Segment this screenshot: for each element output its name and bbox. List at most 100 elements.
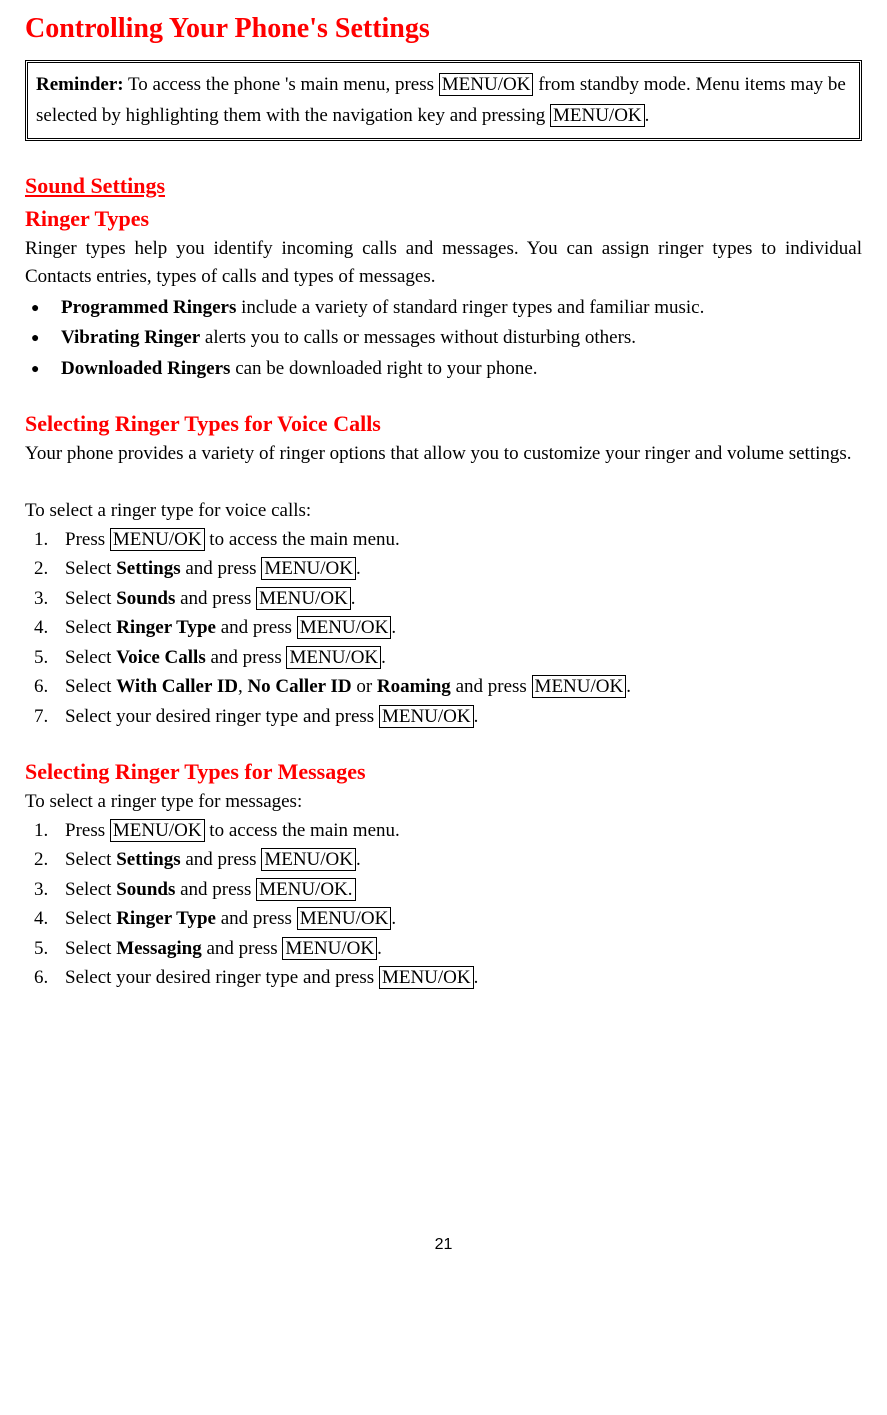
step-text: Select <box>65 676 116 697</box>
step-text: Select <box>65 647 116 668</box>
step-bold: Ringer Type <box>116 617 216 638</box>
step-text: and press <box>181 558 262 579</box>
step-text: Select your desired ringer type and pres… <box>65 967 379 988</box>
step-item: Select Ringer Type and press MENU/OK. <box>53 614 862 643</box>
bullet-bold: Downloaded Ringers <box>61 358 230 379</box>
step-item: Select Messaging and press MENU/OK. <box>53 935 862 964</box>
msg-steps: Press MENU/OK to access the main menu. S… <box>25 817 862 993</box>
key-menu-ok: MENU/OK. <box>256 878 355 901</box>
step-text: Select <box>65 908 116 929</box>
step-text: and press <box>451 676 532 697</box>
step-bold: Ringer Type <box>116 908 216 929</box>
voice-intro: Your phone provides a variety of ringer … <box>25 440 862 469</box>
step-item: Select Voice Calls and press MENU/OK. <box>53 644 862 673</box>
key-menu-ok: MENU/OK <box>110 528 205 551</box>
bullet-bold: Vibrating Ringer <box>61 327 200 348</box>
step-text: . <box>356 558 361 579</box>
step-text: , <box>238 676 248 697</box>
sound-settings-heading: Sound Settings <box>25 169 862 202</box>
step-bold: No Caller ID <box>247 676 351 697</box>
step-item: Select your desired ringer type and pres… <box>53 703 862 732</box>
key-menu-ok: MENU/OK <box>282 937 377 960</box>
step-text: . <box>474 967 479 988</box>
voice-calls-heading: Selecting Ringer Types for Voice Calls <box>25 407 862 440</box>
step-text: Select <box>65 617 116 638</box>
ringer-bullet-list: Programmed Ringers include a variety of … <box>25 294 862 384</box>
step-text: Select <box>65 588 116 609</box>
bullet-bold: Programmed Ringers <box>61 297 236 318</box>
bullet-text: alerts you to calls or messages without … <box>200 327 636 348</box>
step-item: Press MENU/OK to access the main menu. <box>53 817 862 846</box>
step-bold: Roaming <box>377 676 451 697</box>
step-bold: Sounds <box>116 588 175 609</box>
key-menu-ok: MENU/OK <box>261 848 356 871</box>
page-title: Controlling Your Phone's Settings <box>25 8 862 50</box>
msg-lead: To select a ringer type for messages: <box>25 788 862 817</box>
step-bold: Voice Calls <box>116 647 206 668</box>
bullet-text: include a variety of standard ringer typ… <box>236 297 704 318</box>
step-bold: Sounds <box>116 879 175 900</box>
messages-heading: Selecting Ringer Types for Messages <box>25 755 862 788</box>
list-item: Downloaded Ringers can be downloaded rig… <box>55 355 862 384</box>
step-text: and press <box>216 908 297 929</box>
reminder-box: Reminder: To access the phone 's main me… <box>25 60 862 141</box>
key-menu-ok: MENU/OK <box>550 104 645 127</box>
step-text: to access the main menu. <box>205 820 400 841</box>
step-text: . <box>381 647 386 668</box>
list-item: Programmed Ringers include a variety of … <box>55 294 862 323</box>
step-text: . <box>391 617 396 638</box>
key-menu-ok: MENU/OK <box>110 819 205 842</box>
ringer-intro: Ringer types help you identify incoming … <box>25 235 862 292</box>
step-text: Select <box>65 558 116 579</box>
step-item: Select With Caller ID, No Caller ID or R… <box>53 673 862 702</box>
step-text: Press <box>65 820 110 841</box>
key-menu-ok: MENU/OK <box>297 907 392 930</box>
reminder-label: Reminder: <box>36 74 124 95</box>
voice-steps: Press MENU/OK to access the main menu. S… <box>25 526 862 732</box>
step-item: Press MENU/OK to access the main menu. <box>53 526 862 555</box>
step-text: to access the main menu. <box>205 529 400 550</box>
step-text: . <box>377 938 382 959</box>
bullet-text: can be downloaded right to your phone. <box>230 358 537 379</box>
step-item: Select Sounds and press MENU/OK. <box>53 585 862 614</box>
key-menu-ok: MENU/OK <box>379 966 474 989</box>
key-menu-ok: MENU/OK <box>256 587 351 610</box>
step-text: . <box>351 588 356 609</box>
step-text: . <box>356 849 361 870</box>
key-menu-ok: MENU/OK <box>261 557 356 580</box>
step-text: . <box>626 676 631 697</box>
reminder-text-1: To access the phone 's main menu, press <box>124 74 439 95</box>
key-menu-ok: MENU/OK <box>379 705 474 728</box>
key-menu-ok: MENU/OK <box>439 73 534 96</box>
key-menu-ok: MENU/OK <box>297 616 392 639</box>
step-bold: Messaging <box>116 938 202 959</box>
step-item: Select Sounds and press MENU/OK. <box>53 876 862 905</box>
step-text: and press <box>175 588 256 609</box>
step-text: and press <box>181 849 262 870</box>
step-item: Select Ringer Type and press MENU/OK. <box>53 905 862 934</box>
reminder-text-3: . <box>645 105 650 126</box>
step-text: Press <box>65 529 110 550</box>
step-text: and press <box>202 938 283 959</box>
list-item: Vibrating Ringer alerts you to calls or … <box>55 324 862 353</box>
step-text: . <box>474 706 479 727</box>
step-item: Select your desired ringer type and pres… <box>53 964 862 993</box>
step-text: Select your desired ringer type and pres… <box>65 706 379 727</box>
step-text: and press <box>216 617 297 638</box>
step-text: and press <box>175 879 256 900</box>
step-text: and press <box>206 647 287 668</box>
step-item: Select Settings and press MENU/OK. <box>53 846 862 875</box>
step-item: Select Settings and press MENU/OK. <box>53 555 862 584</box>
key-menu-ok: MENU/OK <box>286 646 381 669</box>
step-text: or <box>352 676 377 697</box>
step-text: Select <box>65 879 116 900</box>
voice-lead: To select a ringer type for voice calls: <box>25 497 862 526</box>
page-number: 21 <box>25 1233 862 1257</box>
step-bold: Settings <box>116 558 180 579</box>
step-text: Select <box>65 849 116 870</box>
step-text: . <box>391 908 396 929</box>
step-text: Select <box>65 938 116 959</box>
step-bold: Settings <box>116 849 180 870</box>
key-menu-ok: MENU/OK <box>532 675 627 698</box>
step-bold: With Caller ID <box>116 676 238 697</box>
